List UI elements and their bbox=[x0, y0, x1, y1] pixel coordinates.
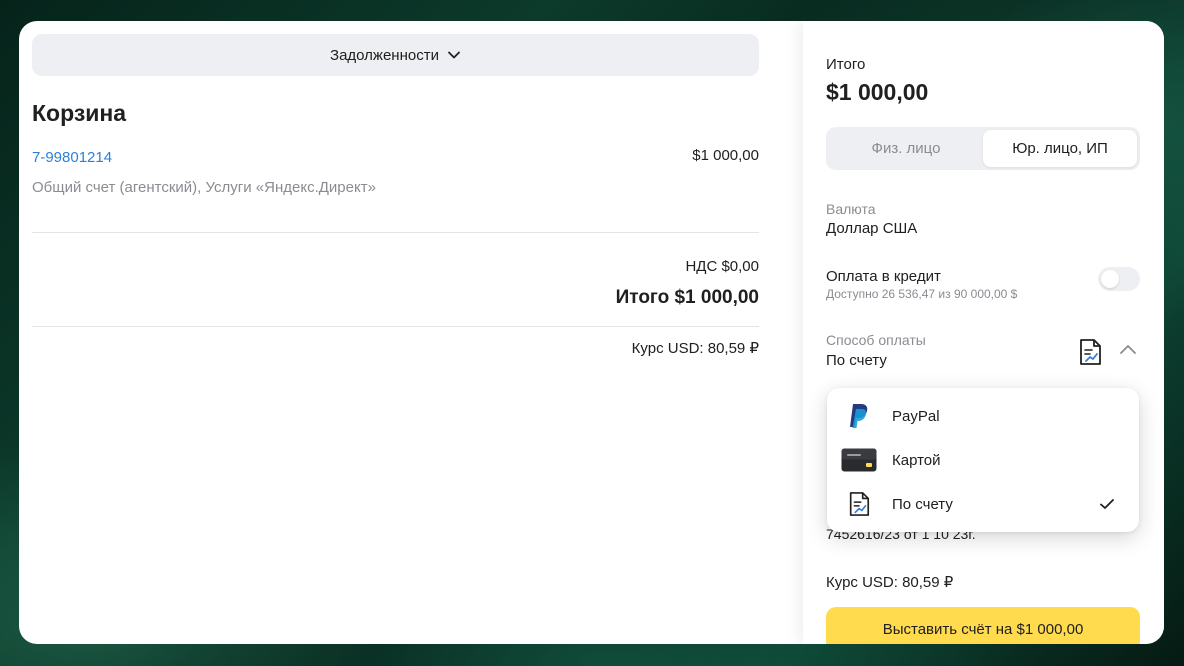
currency-label: Валюта bbox=[826, 201, 876, 217]
order-id-link[interactable]: 7-99801214 bbox=[32, 149, 112, 166]
credit-available: Доступно 26 536,47 из 90 000,00 $ bbox=[826, 287, 1018, 301]
payment-option-paypal[interactable]: PayPal bbox=[827, 394, 1139, 438]
divider bbox=[32, 326, 759, 327]
payment-option-invoice[interactable]: По счету bbox=[827, 482, 1139, 526]
invoice-icon bbox=[1080, 339, 1101, 365]
vat-amount: НДС $0,00 bbox=[685, 258, 759, 275]
divider bbox=[32, 232, 759, 233]
summary-total-value: $1 000,00 bbox=[826, 79, 929, 105]
payment-option-label: Картой bbox=[892, 451, 941, 469]
paypal-icon bbox=[841, 402, 877, 430]
payment-option-label: По счету bbox=[892, 495, 953, 513]
checkmark-icon bbox=[1100, 499, 1114, 509]
debts-dropdown-button[interactable]: Задолженности bbox=[32, 34, 759, 76]
order-description: Общий счет (агентский), Услуги «Яндекс.Д… bbox=[32, 179, 376, 196]
card-icon bbox=[841, 446, 877, 474]
checkout-card: Задолженности Корзина 7-99801214 $1 000,… bbox=[19, 21, 1164, 644]
issue-invoice-button[interactable]: Выставить счёт на $1 000,00 bbox=[826, 607, 1140, 644]
payment-option-label: PayPal bbox=[892, 407, 940, 425]
chevron-down-icon bbox=[448, 51, 460, 59]
summary-total-label: Итого bbox=[826, 56, 866, 73]
cart-total: Итого $1 000,00 bbox=[615, 287, 759, 308]
summary-exchange-rate: Курс USD: 80,59 ₽ bbox=[826, 574, 954, 591]
payer-type-switch: Физ. лицо Юр. лицо, ИП bbox=[826, 127, 1140, 170]
payment-method-label: Способ оплаты bbox=[826, 332, 926, 348]
payment-method-value[interactable]: По счету bbox=[826, 352, 887, 369]
cart-title: Корзина bbox=[32, 100, 127, 126]
payment-method-dropdown: PayPal Картой По счету bbox=[827, 388, 1139, 532]
exchange-rate: Курс USD: 80,59 ₽ bbox=[631, 340, 759, 357]
currency-value[interactable]: Доллар США bbox=[826, 220, 917, 237]
segment-individual[interactable]: Физ. лицо bbox=[829, 130, 983, 167]
order-amount: $1 000,00 bbox=[692, 147, 759, 164]
credit-toggle[interactable] bbox=[1098, 267, 1140, 291]
payment-option-card[interactable]: Картой bbox=[827, 438, 1139, 482]
chevron-up-icon[interactable] bbox=[1119, 343, 1137, 357]
credit-label: Оплата в кредит bbox=[826, 268, 941, 285]
debts-label: Задолженности bbox=[330, 46, 439, 64]
segment-legal-entity[interactable]: Юр. лицо, ИП bbox=[983, 130, 1137, 167]
summary-panel: Итого $1 000,00 Физ. лицо Юр. лицо, ИП В… bbox=[803, 21, 1164, 644]
invoice-icon bbox=[841, 490, 877, 518]
